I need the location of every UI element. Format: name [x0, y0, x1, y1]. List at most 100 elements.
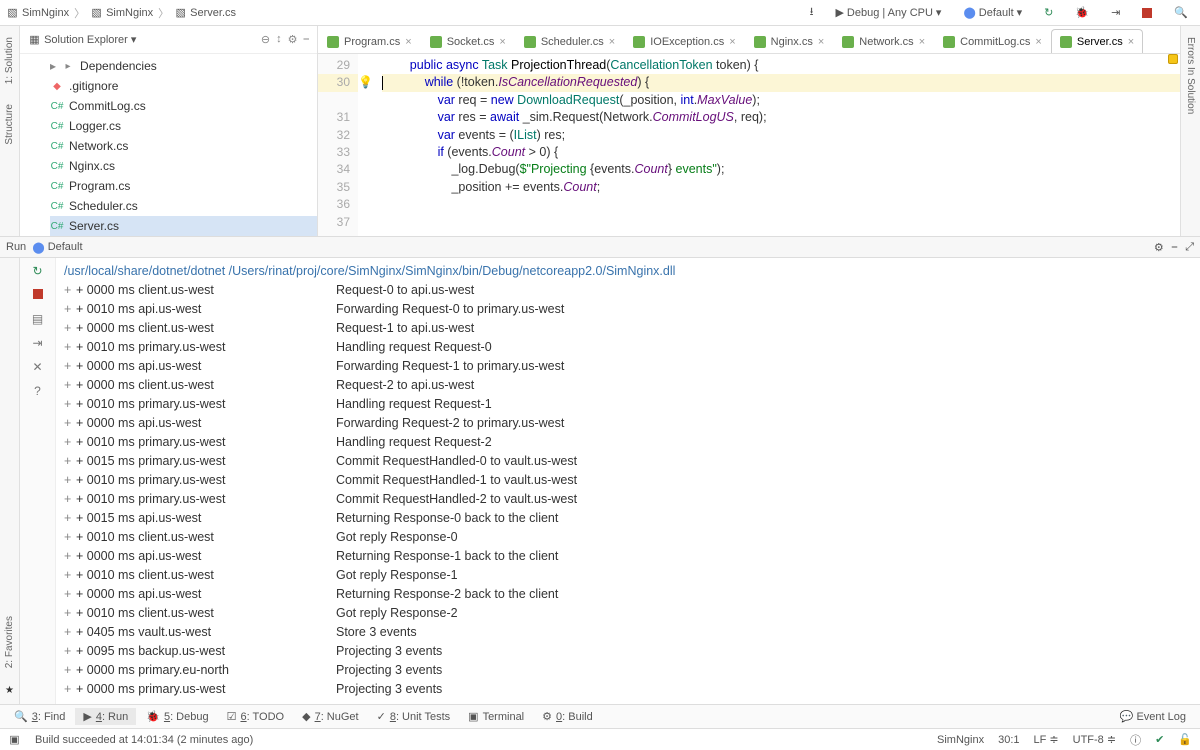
search-icon[interactable]: 🔍 — [1168, 4, 1194, 21]
editor-tab[interactable]: IOException.cs × — [624, 29, 744, 53]
close-icon[interactable]: × — [1128, 36, 1134, 48]
breadcrumb[interactable]: ▧SimNginx〉▧SimNginx〉▧Server.cs — [6, 5, 236, 21]
minimize-icon[interactable]: ⎯ — [1172, 241, 1178, 254]
console-line: ++ 0010 ms primary.us-westHandling reque… — [64, 395, 1192, 414]
tool-icon: ⚙ — [542, 710, 552, 723]
tool-window-tab[interactable]: 🔍3: Find — [6, 708, 73, 725]
warning-icon[interactable] — [1168, 54, 1178, 64]
csharp-file-icon — [943, 36, 955, 48]
side-tab-favorites[interactable]: 2: Favorites — [3, 613, 16, 671]
close-icon[interactable]: × — [499, 36, 505, 48]
breadcrumb-item[interactable]: ▧SimNginx — [6, 6, 69, 19]
close-icon[interactable]: × — [609, 36, 615, 48]
tree-item[interactable]: C#Server.cs — [50, 216, 317, 236]
tab-bar: Program.cs ×Socket.cs ×Scheduler.cs ×IOE… — [318, 26, 1180, 54]
scroll-icon[interactable]: ↕ — [276, 33, 282, 46]
tool-window-tab[interactable]: ◆7: NuGet — [294, 708, 367, 725]
close-icon[interactable]: × — [405, 36, 411, 48]
console-line: ++ 0000 ms client.us-westRequest-1 to ap… — [64, 319, 1192, 338]
tool-window-tab[interactable]: ▣Terminal — [460, 708, 532, 725]
side-tab-structure[interactable]: Structure — [3, 101, 16, 148]
gear-icon[interactable]: ⚙ — [288, 33, 298, 46]
tool-window-tab[interactable]: ☑6: TODO — [219, 708, 293, 725]
editor-tab[interactable]: Scheduler.cs × — [515, 29, 624, 53]
status-eol[interactable]: LF ≑ — [1034, 733, 1059, 746]
run-config-dropdown[interactable]: ▶ Debug | Any CPU ▾ — [829, 4, 947, 21]
console-line: ++ 0015 ms api.us-westReturning Response… — [64, 509, 1192, 528]
close-icon[interactable]: × — [818, 36, 824, 48]
run-action-rail: ↻ ▤ ⇥ ✕ ? — [20, 258, 56, 704]
editor-tab[interactable]: Program.cs × — [318, 29, 421, 53]
tree-item[interactable]: C#Scheduler.cs — [50, 196, 317, 216]
close-icon[interactable]: × — [729, 36, 735, 48]
status-lock-icon[interactable]: 🔓 — [1178, 733, 1192, 746]
console-line: ++ 0000 ms api.us-westReturning Response… — [64, 547, 1192, 566]
editor-tab[interactable]: Socket.cs × — [421, 29, 515, 53]
tool-window-tab[interactable]: 🐞5: Debug — [138, 708, 216, 725]
editor-tab[interactable]: Server.cs × — [1051, 29, 1143, 53]
event-log-tab[interactable]: 💬 Event Log — [1112, 708, 1194, 725]
close-icon[interactable]: × — [919, 36, 925, 48]
star-icon[interactable]: ★ — [5, 685, 14, 696]
run-button[interactable]: ↻ — [1038, 4, 1059, 21]
lightbulb-icon[interactable]: 💡 — [358, 54, 376, 236]
status-icon: ▣ — [8, 733, 21, 746]
export-icon[interactable]: ⇥ — [32, 336, 42, 350]
tree-item[interactable]: C#Network.cs — [50, 136, 317, 156]
breadcrumb-item[interactable]: ▧SimNginx — [90, 6, 153, 19]
editor-tab[interactable]: Nginx.cs × — [745, 29, 834, 53]
tree-item[interactable]: C#Nginx.cs — [50, 156, 317, 176]
layout-icon[interactable]: ▤ — [32, 312, 43, 326]
console-line: ++ 0000 ms api.us-westForwarding Request… — [64, 414, 1192, 433]
csharp-file-icon — [842, 36, 854, 48]
tool-window-tab[interactable]: ⚙0: Build — [534, 708, 601, 725]
stop-button[interactable] — [1136, 6, 1158, 20]
tree-item[interactable]: ▸▸Dependencies — [50, 56, 317, 76]
tree-item[interactable]: C#Program.cs — [50, 176, 317, 196]
settings-icon[interactable]: ⚙ — [1154, 241, 1164, 254]
tool-window-bar: 🔍3: Find▶4: Run🐞5: Debug☑6: TODO◆7: NuGe… — [0, 704, 1200, 728]
console-line: ++ 0000 ms primary.us-westProjecting 3 e… — [64, 680, 1192, 699]
console-line: ++ 0010 ms primary.us-westHandling reque… — [64, 433, 1192, 452]
console-line: ++ 0000 ms primary.eu-northProjecting 3 … — [64, 661, 1192, 680]
hide-icon[interactable]: ⎯ — [304, 33, 310, 46]
side-tab-errors[interactable]: Errors In Solution — [1184, 34, 1197, 117]
rerun-icon[interactable]: ↻ — [32, 264, 42, 278]
console-line: ++ 0095 ms backup.us-westProjecting 3 ev… — [64, 642, 1192, 661]
tree-item[interactable]: C#CommitLog.cs — [50, 96, 317, 116]
console-line: ++ 0405 ms vault.us-westStore 3 events — [64, 623, 1192, 642]
tool-icon: ☑ — [227, 710, 237, 723]
help-icon[interactable]: ? — [34, 384, 41, 398]
console-line: ++ 0010 ms primary.us-westCommit Request… — [64, 471, 1192, 490]
close-icon[interactable]: × — [1035, 36, 1041, 48]
debug-button[interactable]: 🐞 — [1069, 4, 1095, 21]
tree-item[interactable]: ◆.gitignore — [50, 76, 317, 96]
tool-window-tab[interactable]: ✓8: Unit Tests — [369, 708, 459, 725]
collapse-icon[interactable]: ⊖ — [261, 33, 270, 46]
console-line: ++ 0010 ms client.us-westGot reply Respo… — [64, 604, 1192, 623]
tool-window-tab[interactable]: ▶4: Run — [75, 708, 136, 725]
status-caret-pos[interactable]: 30:1 — [998, 734, 1019, 746]
download-icon[interactable]: ⭳ — [804, 1, 820, 24]
console-line: ++ 0000 ms client.us-westRequest-0 to ap… — [64, 281, 1192, 300]
run-header-title: Run — [6, 241, 26, 253]
tool-icon: 🔍 — [14, 710, 28, 723]
status-encoding[interactable]: UTF-8 ≑ — [1073, 733, 1116, 746]
run-target-dropdown[interactable]: ⬤ Default ▾ — [957, 4, 1028, 21]
left-tool-rail-bottom: 2: Favorites ★ — [0, 258, 20, 704]
editor-tab[interactable]: Network.cs × — [833, 29, 934, 53]
attach-button[interactable]: ⇥ — [1105, 4, 1126, 21]
editor-tab[interactable]: CommitLog.cs × — [934, 29, 1051, 53]
tree-item[interactable]: C#Logger.cs — [50, 116, 317, 136]
breadcrumb-item[interactable]: ▧Server.cs — [174, 6, 236, 19]
code-text[interactable]: public async Task ProjectionThread(Cance… — [376, 54, 1180, 236]
maximize-icon[interactable]: ⤢ — [1185, 241, 1194, 254]
status-insp-icon[interactable]: ⓘ — [1130, 732, 1141, 748]
stop-icon[interactable] — [33, 288, 43, 302]
close-icon[interactable]: ✕ — [32, 360, 42, 374]
console-line: ++ 0010 ms primary.us-westHandling reque… — [64, 338, 1192, 357]
side-tab-solution[interactable]: 1: Solution — [3, 34, 16, 87]
console-output[interactable]: /usr/local/share/dotnet/dotnet /Users/ri… — [56, 258, 1200, 704]
status-message: Build succeeded at 14:01:34 (2 minutes a… — [35, 734, 253, 746]
status-ok-icon: ✔ — [1155, 733, 1164, 746]
